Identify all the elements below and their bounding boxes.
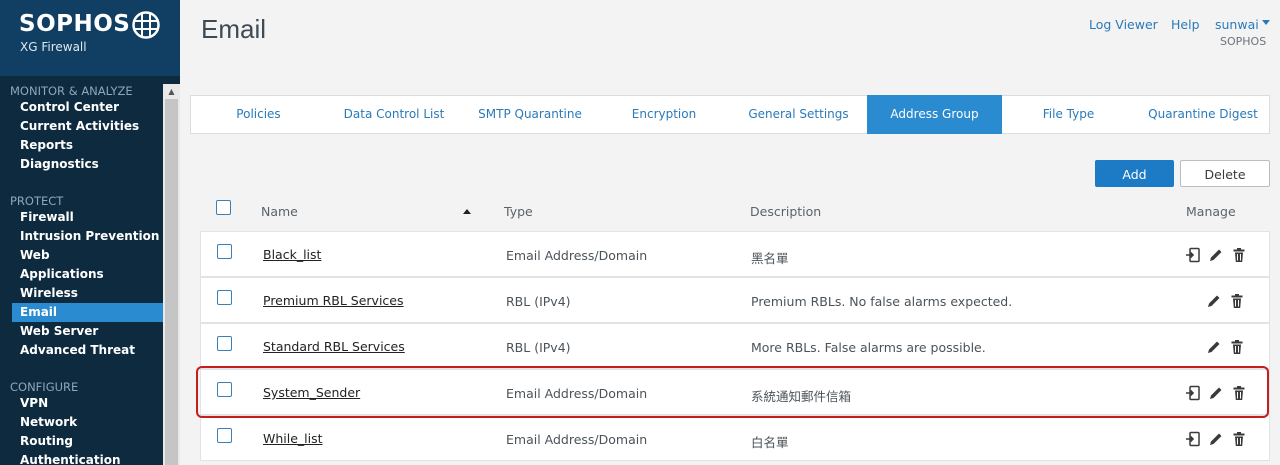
row-description: 白名單: [751, 435, 789, 450]
tab-bar: Policies Data Control List SMTP Quaranti…: [190, 95, 1270, 134]
globe-icon: [132, 11, 160, 39]
log-viewer-link[interactable]: Log Viewer: [1089, 17, 1158, 32]
import-icon[interactable]: [1185, 247, 1201, 263]
sidebar-item-intrusion-prevention[interactable]: Intrusion Prevention: [12, 227, 163, 246]
sidebar-item-reports[interactable]: Reports: [12, 136, 163, 155]
tab-encryption[interactable]: Encryption: [598, 96, 730, 133]
tab-file-type[interactable]: File Type: [1002, 96, 1135, 133]
sidebar-item-web-server[interactable]: Web Server: [12, 322, 163, 341]
sort-ascending-icon[interactable]: [463, 209, 471, 214]
row-name-link[interactable]: Standard RBL Services: [263, 339, 405, 354]
sidebar-item-authentication[interactable]: Authentication: [12, 451, 163, 465]
nav-section-protect: PROTECT: [10, 194, 64, 208]
brand-header: SOPHOS XG Firewall: [0, 0, 180, 76]
org-name: SOPHOS: [1220, 35, 1267, 48]
sidebar-scrollbar[interactable]: ▲: [163, 84, 180, 465]
tab-general-settings[interactable]: General Settings: [730, 96, 867, 133]
nav-section-monitor: MONITOR & ANALYZE: [10, 84, 133, 98]
row-type: Email Address/Domain: [506, 248, 648, 263]
sidebar-item-diagnostics[interactable]: Diagnostics: [12, 155, 163, 174]
sidebar-item-routing[interactable]: Routing: [12, 432, 163, 451]
sidebar-item-network[interactable]: Network: [12, 413, 163, 432]
trash-icon[interactable]: [1229, 293, 1245, 309]
table-row[interactable]: While_list Email Address/Domain 白名單: [200, 415, 1270, 461]
column-header-name[interactable]: Name: [261, 204, 298, 219]
table-row[interactable]: Standard RBL Services RBL (IPv4) More RB…: [200, 323, 1270, 369]
row-checkbox[interactable]: [217, 244, 232, 259]
tab-smtp-quarantine[interactable]: SMTP Quarantine: [462, 96, 598, 133]
trash-icon[interactable]: [1231, 247, 1247, 263]
edit-icon[interactable]: [1208, 247, 1224, 263]
product-name: XG Firewall: [20, 40, 87, 54]
column-header-type: Type: [504, 204, 533, 219]
row-checkbox[interactable]: [217, 336, 232, 351]
row-description: 黑名單: [751, 251, 789, 266]
row-type: RBL (IPv4): [506, 294, 571, 309]
sidebar-item-vpn[interactable]: VPN: [12, 394, 163, 413]
table-row[interactable]: System_Sender Email Address/Domain 系統通知郵…: [200, 369, 1270, 415]
row-checkbox[interactable]: [217, 290, 232, 305]
page-title: Email: [201, 14, 267, 44]
sidebar-item-control-center[interactable]: Control Center: [12, 98, 163, 117]
edit-icon[interactable]: [1208, 385, 1224, 401]
sidebar-item-advanced-threat[interactable]: Advanced Threat: [12, 341, 163, 360]
table-row[interactable]: Black_list Email Address/Domain 黑名單: [200, 231, 1270, 277]
import-icon[interactable]: [1185, 385, 1201, 401]
trash-icon[interactable]: [1229, 339, 1245, 355]
row-type: Email Address/Domain: [506, 432, 648, 447]
row-name-link[interactable]: System_Sender: [263, 385, 360, 400]
row-name-link[interactable]: Black_list: [263, 247, 321, 262]
edit-icon[interactable]: [1206, 293, 1222, 309]
row-name-link[interactable]: Premium RBL Services: [263, 293, 404, 308]
tab-address-group[interactable]: Address Group: [867, 95, 1002, 134]
help-link[interactable]: Help: [1171, 17, 1200, 32]
row-type: RBL (IPv4): [506, 340, 571, 355]
sidebar-item-firewall[interactable]: Firewall: [12, 208, 163, 227]
tab-policies[interactable]: Policies: [191, 96, 326, 133]
row-checkbox[interactable]: [217, 428, 232, 443]
caret-down-icon[interactable]: [1262, 20, 1270, 25]
table-row[interactable]: Premium RBL Services RBL (IPv4) Premium …: [200, 277, 1270, 323]
import-icon[interactable]: [1185, 431, 1201, 447]
sidebar-item-web[interactable]: Web: [12, 246, 163, 265]
delete-button[interactable]: Delete: [1180, 160, 1270, 187]
tab-data-control-list[interactable]: Data Control List: [326, 96, 462, 133]
nav-section-configure: CONFIGURE: [10, 380, 79, 394]
scroll-up-icon[interactable]: ▲: [163, 84, 180, 99]
row-checkbox[interactable]: [217, 382, 232, 397]
sidebar: SOPHOS XG Firewall MONITOR & ANALYZE Con…: [0, 0, 180, 465]
edit-icon[interactable]: [1206, 339, 1222, 355]
sidebar-item-wireless[interactable]: Wireless: [12, 284, 163, 303]
select-all-checkbox[interactable]: [216, 200, 231, 215]
tab-quarantine-digest[interactable]: Quarantine Digest: [1135, 96, 1271, 133]
user-menu[interactable]: sunwai: [1215, 17, 1259, 32]
row-type: Email Address/Domain: [506, 386, 648, 401]
row-description: More RBLs. False alarms are possible.: [751, 340, 986, 355]
sidebar-item-applications[interactable]: Applications: [12, 265, 163, 284]
row-description: 系統通知郵件信箱: [751, 389, 852, 404]
trash-icon[interactable]: [1231, 385, 1247, 401]
row-name-link[interactable]: While_list: [263, 431, 323, 446]
edit-icon[interactable]: [1208, 431, 1224, 447]
brand-logo: SOPHOS: [19, 11, 131, 37]
sidebar-item-email[interactable]: Email: [12, 303, 163, 322]
column-header-manage: Manage: [1186, 204, 1236, 219]
trash-icon[interactable]: [1231, 431, 1247, 447]
add-button[interactable]: Add: [1095, 160, 1174, 187]
sidebar-item-current-activities[interactable]: Current Activities: [12, 117, 163, 136]
row-description: Premium RBLs. No false alarms expected.: [751, 294, 1013, 309]
column-header-description: Description: [750, 204, 822, 219]
scrollbar-thumb[interactable]: [165, 99, 178, 465]
